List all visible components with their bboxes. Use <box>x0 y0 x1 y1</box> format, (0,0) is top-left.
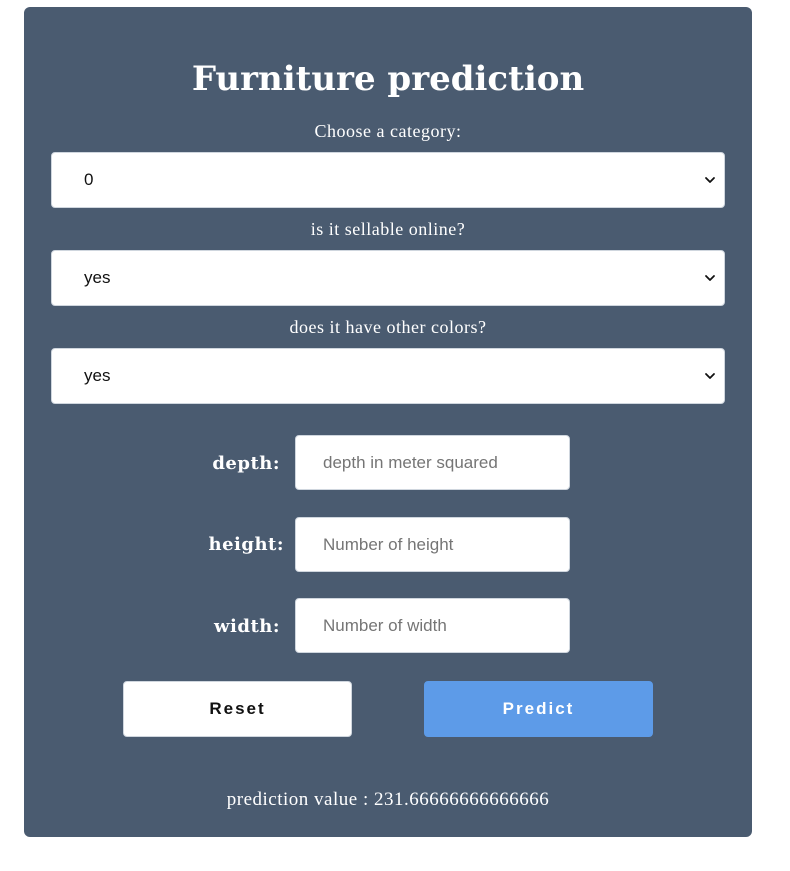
sellable-online-select-value: yes <box>84 268 111 287</box>
prediction-card: Furniture prediction Choose a category: … <box>24 7 752 837</box>
prediction-result: prediction value : 231.66666666666666 <box>226 789 550 810</box>
depth-label: depth: <box>212 453 280 474</box>
chevron-down-icon <box>705 373 715 379</box>
reset-button[interactable]: Reset <box>123 681 352 737</box>
sellable-online-label: is it sellable online? <box>310 219 466 239</box>
page-title: Furniture prediction <box>191 59 585 99</box>
category-select-value: 0 <box>84 170 94 189</box>
other-colors-select-value: yes <box>84 366 111 385</box>
width-input[interactable] <box>295 598 570 653</box>
sellable-online-select[interactable]: yes <box>51 250 725 306</box>
height-input[interactable] <box>295 517 570 572</box>
category-select[interactable]: 0 <box>51 152 725 208</box>
other-colors-select[interactable]: yes <box>51 348 725 404</box>
chevron-down-icon <box>705 275 715 281</box>
depth-input[interactable] <box>295 435 570 490</box>
width-label: width: <box>214 616 280 637</box>
predict-button[interactable]: Predict <box>424 681 653 737</box>
category-label: Choose a category: <box>314 121 462 141</box>
height-label: height: <box>208 534 284 555</box>
other-colors-label: does it have other colors? <box>289 317 487 337</box>
chevron-down-icon <box>705 177 715 183</box>
